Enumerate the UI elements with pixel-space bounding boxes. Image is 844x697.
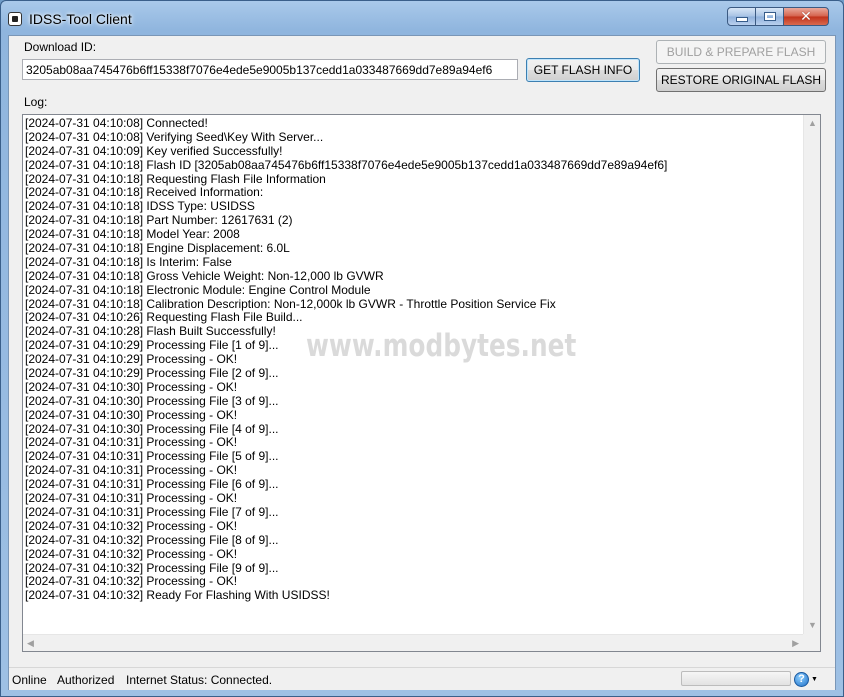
log-line: [2024-07-31 04:10:18] Gross Vehicle Weig…	[25, 268, 384, 283]
close-button[interactable]: ✕	[783, 7, 829, 26]
help-button[interactable]: ? ▼	[794, 671, 820, 687]
internet-status: Internet Status: Connected.	[126, 673, 273, 687]
log-line: [2024-07-31 04:10:31] Processing - OK!	[25, 435, 238, 450]
maximize-icon	[763, 12, 776, 21]
log-line: [2024-07-31 04:10:08] Verifying Seed\Key…	[25, 129, 324, 144]
window-title: IDSS-Tool Client	[29, 11, 132, 27]
log-line: [2024-07-31 04:10:18] Received Informati…	[25, 185, 264, 200]
log-line: [2024-07-31 04:10:30] Processing File [3…	[25, 393, 279, 408]
client-area: Download ID: GET FLASH INFO BUILD & PREP…	[8, 35, 836, 690]
log-line: [2024-07-31 04:10:18] Model Year: 2008	[25, 227, 240, 242]
restore-original-flash-button[interactable]: RESTORE ORIGINAL FLASH	[656, 68, 826, 92]
log-line: [2024-07-31 04:10:30] Processing File [4…	[25, 421, 279, 436]
download-id-input[interactable]	[22, 59, 518, 80]
log-line: [2024-07-31 04:10:08] Connected!	[25, 117, 208, 130]
vertical-scrollbar[interactable]: ▲ ▼	[803, 115, 820, 634]
log-line: [2024-07-31 04:10:31] Processing File [6…	[25, 477, 279, 492]
log-line: [2024-07-31 04:10:31] Processing - OK!	[25, 463, 238, 478]
scroll-left-icon[interactable]: ◀	[27, 639, 34, 648]
minimize-icon	[735, 17, 748, 22]
get-flash-info-button[interactable]: GET FLASH INFO	[526, 58, 640, 82]
log-line: [2024-07-31 04:10:29] Processing File [1…	[25, 338, 279, 353]
log-line: [2024-07-31 04:10:18] Engine Displacemen…	[25, 241, 290, 256]
dropdown-caret-icon: ▼	[811, 675, 818, 683]
horizontal-scrollbar[interactable]: ◀ ▶	[23, 634, 803, 651]
log-line: [2024-07-31 04:10:29] Processing - OK!	[25, 352, 238, 367]
download-id-label: Download ID:	[24, 40, 97, 54]
log-line: [2024-07-31 04:10:18] Calibration Descri…	[25, 296, 556, 311]
scrollbar-corner	[803, 634, 820, 651]
log-line: [2024-07-31 04:10:32] Processing - OK!	[25, 546, 238, 561]
log-line: [2024-07-31 04:10:29] Processing File [2…	[25, 366, 279, 381]
log-line: [2024-07-31 04:10:32] Ready For Flashing…	[25, 588, 330, 603]
log-line: [2024-07-31 04:10:18] Part Number: 12617…	[25, 213, 293, 228]
log-line: [2024-07-31 04:10:32] Processing - OK!	[25, 574, 238, 589]
online-status: Online	[12, 673, 47, 687]
log-textbox[interactable]: [2024-07-31 04:10:08] Connected! [2024-07…	[22, 114, 821, 652]
log-line: [2024-07-31 04:10:26] Requesting Flash F…	[25, 310, 303, 325]
minimize-button[interactable]	[727, 7, 756, 26]
log-line: [2024-07-31 04:10:18] Requesting Flash F…	[25, 171, 326, 186]
log-line: [2024-07-31 04:10:18] IDSS Type: USIDSS	[25, 199, 255, 214]
app-icon[interactable]	[8, 12, 22, 26]
log-label: Log:	[24, 95, 48, 109]
scroll-right-icon[interactable]: ▶	[792, 639, 799, 648]
log-line: [2024-07-31 04:10:18] Electronic Module:…	[25, 282, 371, 297]
log-line: [2024-07-31 04:10:30] Processing - OK!	[25, 379, 238, 394]
log-line: [2024-07-31 04:10:32] Processing File [8…	[25, 532, 279, 547]
close-icon: ✕	[800, 8, 812, 24]
log-line: [2024-07-31 04:10:30] Processing - OK!	[25, 407, 238, 422]
status-bar: Online Authorized Internet Status: Conne…	[9, 667, 835, 690]
title-bar[interactable]: IDSS-Tool Client ✕	[1, 1, 843, 35]
log-line: [2024-07-31 04:10:18] Is Interim: False	[25, 254, 232, 269]
log-line: [2024-07-31 04:10:31] Processing File [7…	[25, 504, 279, 519]
scroll-down-icon[interactable]: ▼	[808, 621, 817, 630]
log-line: [2024-07-31 04:10:09] Key verified Succe…	[25, 143, 283, 158]
progress-bar	[681, 671, 791, 686]
maximize-button[interactable]	[755, 7, 784, 26]
log-lines: [2024-07-31 04:10:08] Connected! [2024-07…	[25, 117, 801, 633]
help-icon: ?	[794, 671, 809, 687]
app-window: IDSS-Tool Client ✕ Download ID: GET FLAS…	[0, 0, 844, 697]
scroll-up-icon[interactable]: ▲	[808, 119, 817, 128]
log-line: [2024-07-31 04:10:28] Flash Built Succes…	[25, 324, 276, 339]
log-line: [2024-07-31 04:10:32] Processing File [9…	[25, 560, 279, 575]
build-prepare-flash-button[interactable]: BUILD & PREPARE FLASH	[656, 40, 826, 64]
log-line: [2024-07-31 04:10:32] Processing - OK!	[25, 518, 238, 533]
log-line: [2024-07-31 04:10:18] Flash ID [3205ab08…	[25, 157, 668, 172]
log-line: [2024-07-31 04:10:31] Processing File [5…	[25, 449, 279, 464]
authorized-status: Authorized	[57, 673, 115, 687]
log-line: [2024-07-31 04:10:31] Processing - OK!	[25, 491, 238, 506]
